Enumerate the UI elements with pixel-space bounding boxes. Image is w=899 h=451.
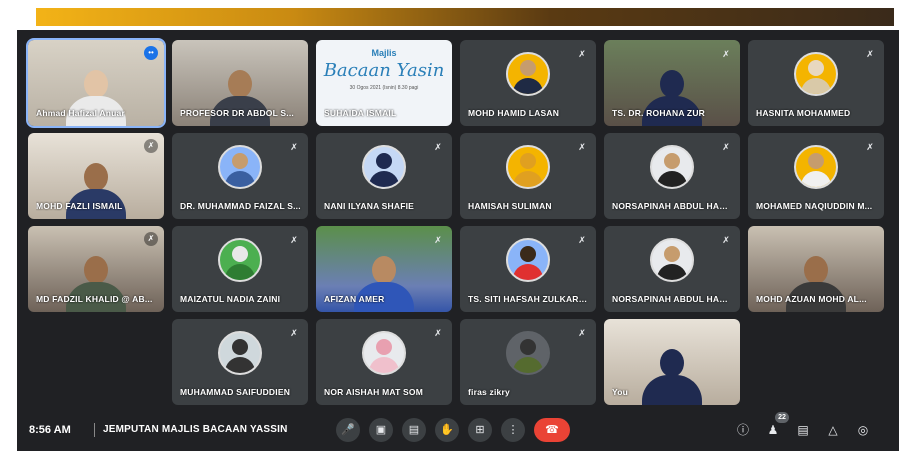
camera-icon[interactable]: ▣	[369, 418, 393, 442]
mic-off-icon: ✗	[722, 235, 730, 245]
header-banner	[36, 8, 894, 26]
participant-tile[interactable]: •• Ahmad Hafizal Anuar	[26, 38, 166, 128]
poster-heading: Majlis	[371, 48, 397, 58]
participant-tile[interactable]: ✗ HASNITA MOHAMMED	[748, 40, 884, 126]
meeting-title: JEMPUTAN MAJLIS BACAAN YASSIN	[103, 424, 288, 435]
participant-tile[interactable]: Majlis Bacaan Yasin 30 Ogos 2021 (Isnin)…	[316, 40, 452, 126]
participant-tile[interactable]: MOHD AZUAN MOHD AL...	[748, 226, 884, 312]
raise-hand-icon[interactable]: ✋	[435, 418, 459, 442]
participant-name: NANI ILYANA SHAFIE	[324, 201, 415, 211]
host-controls-icon[interactable]: ◎	[855, 422, 871, 438]
participant-name: NOR AISHAH MAT SOM	[324, 387, 423, 397]
avatar	[650, 145, 694, 190]
participant-tile[interactable]: ✗ MOHD HAMID LASAN	[460, 40, 596, 126]
poster-date: 30 Ogos 2021 (Isnin) 8.30 pagi	[349, 85, 419, 91]
participant-tile[interactable]: ✗ DR. MUHAMMAD FAIZAL S...	[172, 133, 308, 219]
self-view-tile[interactable]: You	[604, 319, 740, 405]
participant-tile[interactable]: ✗ firas zikry	[460, 319, 596, 405]
mic-off-icon: ✗	[578, 49, 586, 59]
participant-name: HASNITA MOHAMMED	[756, 108, 851, 118]
captions-icon[interactable]: ▤	[402, 418, 426, 442]
avatar	[506, 238, 550, 283]
participant-name: MOHD AZUAN MOHD AL...	[756, 294, 867, 304]
participant-name: MUHAMMAD SAIFUDDIEN	[180, 387, 291, 397]
avatar	[650, 238, 694, 283]
mic-off-icon: ✗	[866, 142, 874, 152]
mic-off-icon: ✗	[434, 328, 442, 338]
participant-tile[interactable]: ✗ MUHAMMAD SAIFUDDIEN	[172, 319, 308, 405]
avatar	[506, 145, 550, 190]
participant-name: You	[612, 387, 629, 397]
participant-name: NORSAPINAH ABDUL HAM...	[612, 294, 734, 304]
avatar	[794, 52, 838, 97]
avatar	[218, 145, 262, 190]
mic-off-icon: ✗	[434, 142, 442, 152]
avatar	[362, 145, 406, 190]
participant-name: firas zikry	[468, 387, 510, 397]
participant-tile[interactable]: ✗ NANI ILYANA SHAFIE	[316, 133, 452, 219]
participant-tile[interactable]: ✗ MD FADZIL KHALID @ AB...	[28, 226, 164, 312]
poster-title: Bacaan Yasin	[323, 60, 445, 81]
mic-off-icon: ✗	[578, 235, 586, 245]
mic-off-icon: ✗	[290, 235, 298, 245]
speaking-indicator-icon: ••	[144, 46, 158, 60]
mic-off-icon: ✗	[578, 142, 586, 152]
microphone-icon[interactable]: 🎤	[336, 418, 360, 442]
participant-name: MAIZATUL NADIA ZAINI	[180, 294, 281, 304]
participant-name: DR. MUHAMMAD FAIZAL S...	[180, 201, 301, 211]
participant-name: MD FADZIL KHALID @ AB...	[36, 294, 153, 304]
participant-name: MOHAMED NAQIUDDIN M...	[756, 201, 873, 211]
participant-name: TS. SITI HAFSAH ZULKARN...	[468, 294, 590, 304]
divider	[94, 423, 95, 437]
participant-name: NORSAPINAH ABDUL HAM...	[612, 201, 734, 211]
participant-name: PROFESOR DR ABDOL S...	[180, 108, 294, 118]
participant-tile[interactable]: PROFESOR DR ABDOL S...	[172, 40, 308, 126]
mic-off-icon: ✗	[290, 142, 298, 152]
avatar	[506, 331, 550, 376]
participant-tile[interactable]: ✗ NORSAPINAH ABDUL HAM...	[604, 133, 740, 219]
mic-off-icon: ✗	[434, 235, 442, 245]
participant-tile[interactable]: ✗ NOR AISHAH MAT SOM	[316, 319, 452, 405]
bottom-toolbar: 8:56 AM JEMPUTAN MAJLIS BACAAN YASSIN 🎤 …	[17, 410, 899, 451]
participant-tile[interactable]: ✗ MOHAMED NAQIUDDIN M...	[748, 133, 884, 219]
info-icon[interactable]: ⓘ	[735, 422, 751, 438]
participant-tile[interactable]: ✗ TS. SITI HAFSAH ZULKARN...	[460, 226, 596, 312]
participant-name: Ahmad Hafizal Anuar	[36, 108, 125, 118]
people-icon[interactable]: ♟	[765, 422, 781, 438]
meet-window: •• Ahmad Hafizal Anuar PROFESOR DR ABDOL…	[17, 30, 899, 451]
participant-tile[interactable]: ✗ AFIZAN AMER	[316, 226, 452, 312]
activities-icon[interactable]: △	[825, 422, 841, 438]
participant-name: MOHD FAZLI ISMAIL	[36, 201, 123, 211]
participant-tile[interactable]: ✗ NORSAPINAH ABDUL HAM...	[604, 226, 740, 312]
mic-off-icon: ✗	[866, 49, 874, 59]
avatar	[794, 145, 838, 190]
participant-name: TS. DR. ROHANA ZUR	[612, 108, 706, 118]
mic-off-icon: ✗	[722, 49, 730, 59]
participant-name: AFIZAN AMER	[324, 294, 385, 304]
mic-off-icon: ✗	[144, 139, 158, 153]
avatar	[218, 238, 262, 283]
mic-off-icon: ✗	[144, 232, 158, 246]
participant-tile[interactable]: ✗ MAIZATUL NADIA ZAINI	[172, 226, 308, 312]
meeting-time: 8:56 AM	[29, 424, 71, 436]
present-screen-icon[interactable]: ⊞	[468, 418, 492, 442]
participant-tile[interactable]: ✗ HAMISAH SULIMAN	[460, 133, 596, 219]
participant-name: SUHAIDA ISMAIL	[324, 108, 397, 118]
mic-off-icon: ✗	[290, 328, 298, 338]
participant-name: MOHD HAMID LASAN	[468, 108, 560, 118]
more-options-icon[interactable]: ⋮	[501, 418, 525, 442]
participant-tile[interactable]: ✗ TS. DR. ROHANA ZUR	[604, 40, 740, 126]
avatar	[362, 331, 406, 376]
participant-name: HAMISAH SULIMAN	[468, 201, 552, 211]
mic-off-icon: ✗	[722, 142, 730, 152]
mic-off-icon: ✗	[578, 328, 586, 338]
end-call-icon[interactable]: ☎	[534, 418, 570, 442]
participant-tile[interactable]: ✗ MOHD FAZLI ISMAIL	[28, 133, 164, 219]
avatar	[506, 52, 550, 97]
chat-icon[interactable]: ▤	[795, 422, 811, 438]
avatar	[218, 331, 262, 376]
